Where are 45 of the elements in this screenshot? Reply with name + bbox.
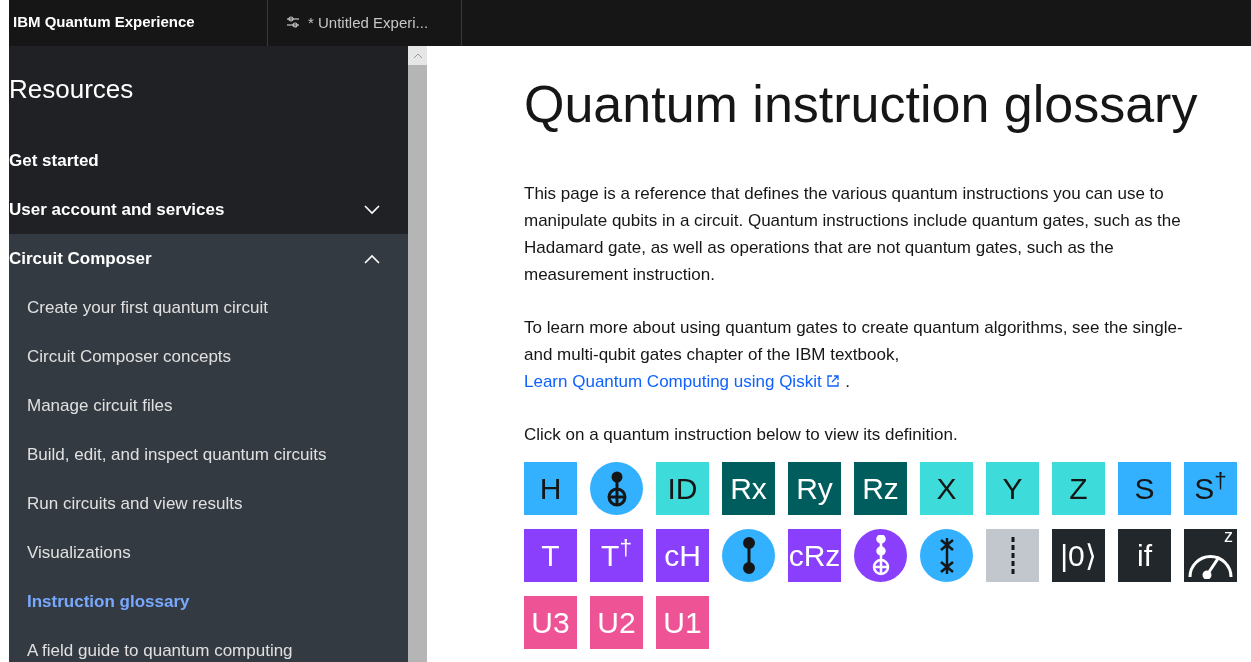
gate-tile[interactable]: H: [524, 462, 577, 515]
gate-tile[interactable]: Y: [986, 462, 1039, 515]
measure-label: z: [1224, 527, 1233, 545]
sidebar-section[interactable]: Get started: [9, 136, 408, 185]
paragraph: To learn more about using quantum gates to create quantum algorithms, see the single- and multi-qubit gates chapter of the IBM textbook, Learn Quantum Computing using Qiskit .: [524, 317, 1184, 393]
chevron-up-icon: [412, 52, 423, 59]
gate-tile[interactable]: Rx: [722, 462, 775, 515]
barrier-icon: [1009, 537, 1016, 574]
gate-tile[interactable]: S: [1118, 462, 1171, 515]
paragraph: This page is a reference that defines the various quantum instructions you can use to manipulate qubits in a circuit. Quantum instructions include quantum gates, such as the Hadamard gate, as well as operations that are not quantum gates, such as the measurement instruction.: [524, 183, 1182, 286]
sidebar-item[interactable]: Instruction glossary: [9, 577, 408, 626]
gate-tile[interactable]: X: [920, 462, 973, 515]
sidebar-item[interactable]: Build, edit, and inspect quantum circuits: [9, 430, 408, 479]
barrier-gate-tile[interactable]: [986, 529, 1039, 582]
gate-tile[interactable]: S$^{†}$: [1184, 462, 1237, 515]
toffoli-icon: [871, 535, 890, 576]
gate-tile[interactable]: if: [1118, 529, 1171, 582]
sliders-icon: [286, 15, 300, 29]
instruction-text: Click on a quantum instruction below to view its definition.: [524, 424, 959, 446]
sidebar-item[interactable]: Visualizations: [9, 528, 408, 577]
gate-tile[interactable]: cRz: [788, 529, 841, 582]
gate-tile[interactable]: Z: [1052, 462, 1105, 515]
gate-tile[interactable]: |0⟩: [1052, 529, 1105, 582]
textbook-link[interactable]: Learn Quantum Computing using Qiskit: [524, 372, 841, 391]
swap-icon: [939, 536, 954, 575]
cz-icon: [742, 536, 755, 575]
sidebar-section[interactable]: User account and services: [9, 185, 408, 234]
sidebar-item[interactable]: Create your first quantum circuit: [9, 283, 408, 332]
sidebar-item[interactable]: A field guide to quantum computing: [9, 626, 408, 662]
external-link-icon: [826, 374, 841, 388]
sidebar-title: Resources: [9, 73, 135, 106]
scrollbar[interactable]: [408, 46, 427, 662]
chevron-down-icon: [364, 204, 380, 215]
sidebar-item[interactable]: Run circuits and view results: [9, 479, 408, 528]
sidebar-item[interactable]: Circuit Composer concepts: [9, 332, 408, 381]
gate-tile[interactable]: ID: [656, 462, 709, 515]
cnot-icon: [606, 470, 627, 507]
chevron-up-icon: [364, 253, 380, 264]
gate-tile[interactable]: T: [524, 529, 577, 582]
gate-tile[interactable]: cH: [656, 529, 709, 582]
gate-tile[interactable]: Ry: [788, 462, 841, 515]
gate-tile[interactable]: Rz: [854, 462, 907, 515]
measure-gate-tile[interactable]: z: [1184, 529, 1237, 582]
gate-tile[interactable]: T$^{†}$: [590, 529, 643, 582]
sidebar-item[interactable]: Manage circuit files: [9, 381, 408, 430]
